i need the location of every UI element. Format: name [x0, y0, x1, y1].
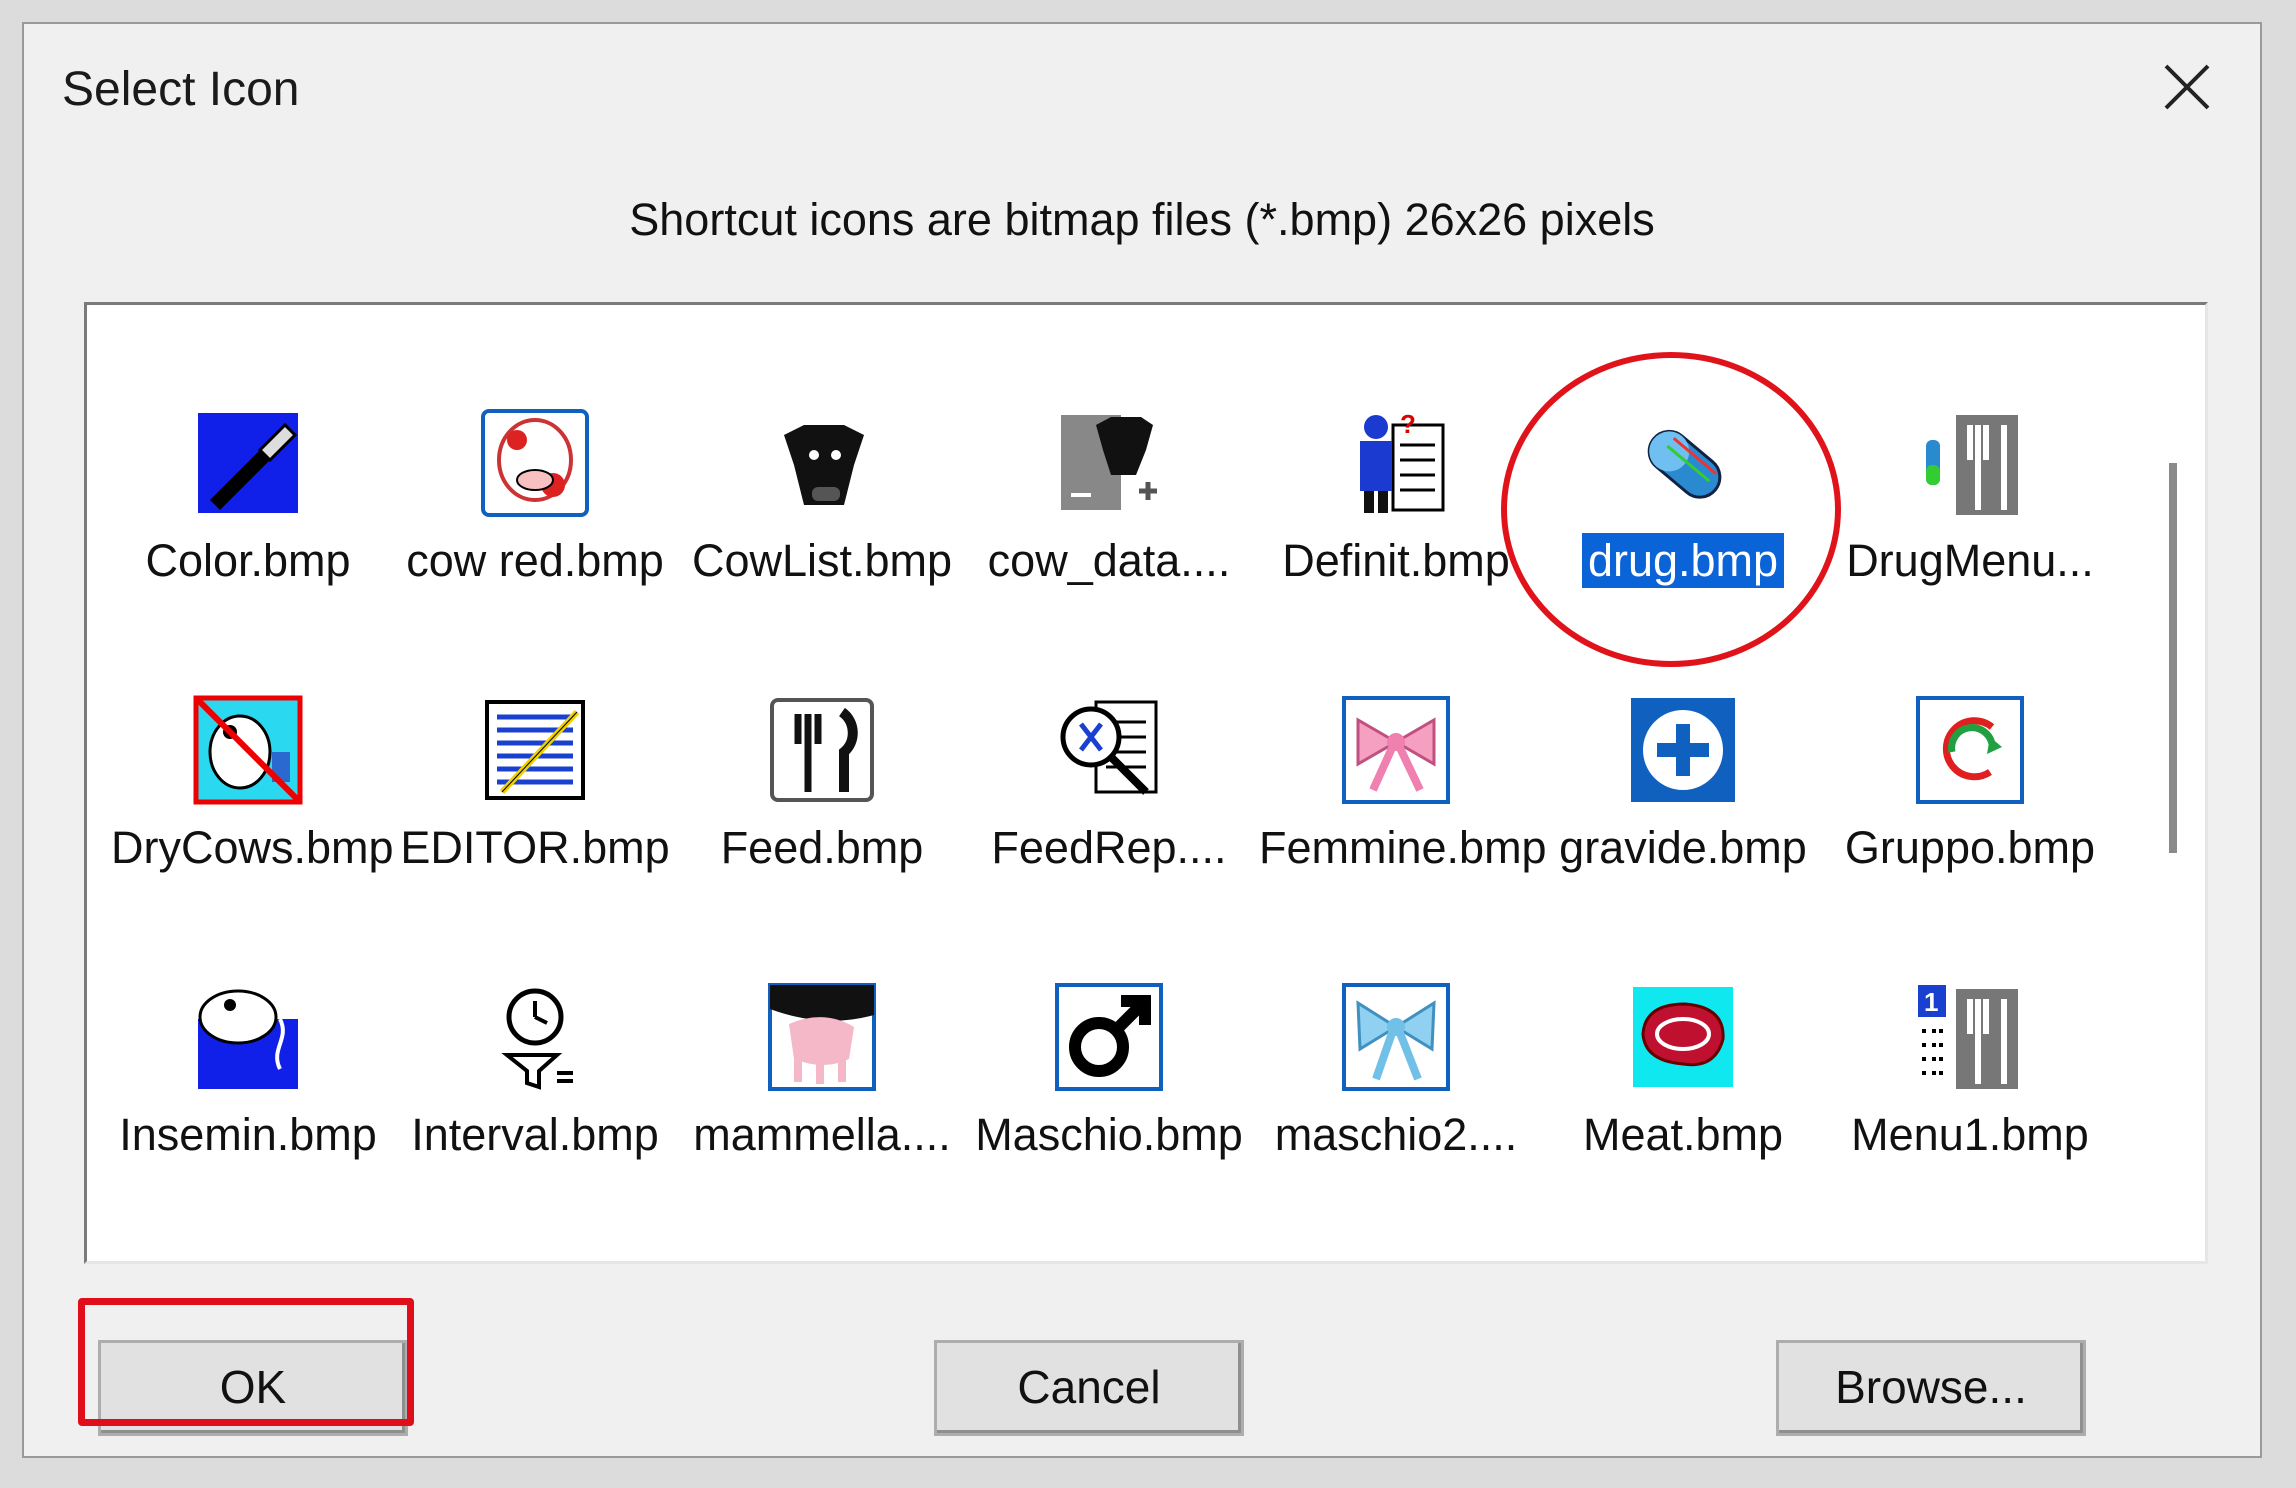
icon-label: EDITOR.bmp	[400, 822, 670, 873]
icon-item-definit-bmp[interactable]: ? Definit.bmp	[1253, 305, 1539, 586]
icon-item-femmine-bmp[interactable]: Femmine.bmp	[1253, 592, 1547, 873]
icon-item-drycows-bmp[interactable]: DryCows.bmp	[105, 592, 394, 873]
icon-item-feedrep[interactable]: FeedRep....	[966, 592, 1252, 873]
icon-item-mammella[interactable]: mammella....	[679, 879, 965, 1160]
icon-item-menu1-bmp[interactable]: 1 Menu1.bmp	[1827, 879, 2113, 1160]
icon-item-maschio2[interactable]: maschio2....	[1253, 879, 1539, 1160]
icon-label: Meat.bmp	[1582, 1109, 1784, 1160]
icon-label: cow red.bmp	[406, 535, 664, 586]
icon-label: Definit.bmp	[1282, 535, 1510, 586]
icon-label: Maschio.bmp	[975, 1109, 1243, 1160]
menu-number-icon: 1	[1912, 979, 2028, 1095]
icon-label: Interval.bmp	[411, 1109, 659, 1160]
vertical-scrollbar[interactable]	[2147, 313, 2205, 1261]
insemination-icon	[190, 979, 306, 1095]
fork-knife-icon	[764, 692, 880, 808]
plus-circle-icon	[1625, 692, 1741, 808]
icon-item-cow-data[interactable]: cow_data....	[966, 305, 1252, 586]
cancel-button[interactable]: Cancel	[934, 1340, 1244, 1436]
browse-button[interactable]: Browse...	[1776, 1340, 2086, 1436]
icon-grid: Color.bmp cow red.bmp CowList.bmp cow_data.…	[87, 305, 2147, 1261]
icon-item-meat-bmp[interactable]: Meat.bmp	[1540, 879, 1826, 1160]
icon-label: cow_data....	[987, 535, 1231, 586]
blue-bow-icon	[1338, 979, 1454, 1095]
icon-item-editor-bmp[interactable]: EDITOR.bmp	[392, 592, 678, 873]
icon-item-gravide-bmp[interactable]: gravide.bmp	[1540, 592, 1826, 873]
icon-label: drug.bmp	[1581, 533, 1785, 588]
icon-item-drug-bmp[interactable]: drug.bmp	[1540, 305, 1826, 588]
icon-label: Femmine.bmp	[1259, 822, 1547, 873]
dialog-title: Select Icon	[62, 63, 300, 116]
icon-label: Gruppo.bmp	[1844, 822, 2096, 873]
icon-label: mammella....	[693, 1109, 951, 1160]
udder-icon	[764, 979, 880, 1095]
icon-label: FeedRep....	[991, 822, 1227, 873]
select-icon-dialog: Select Icon Shortcut icons are bitmap fi…	[22, 22, 2262, 1458]
steak-icon	[1625, 979, 1741, 1095]
icon-label: DrugMenu...	[1846, 535, 2094, 586]
icon-label: Feed.bmp	[720, 822, 924, 873]
pill-icon	[1625, 405, 1741, 521]
drug-menu-icon	[1912, 405, 2028, 521]
icon-item-color-bmp[interactable]: Color.bmp	[105, 305, 391, 586]
editor-icon	[477, 692, 593, 808]
dry-cows-icon	[190, 692, 306, 808]
icon-label: maschio2....	[1274, 1109, 1518, 1160]
icon-label: Color.bmp	[145, 535, 351, 586]
pink-bow-icon	[1338, 692, 1454, 808]
icon-item-drugmenu[interactable]: DrugMenu...	[1827, 305, 2113, 586]
scrollbar-thumb[interactable]	[2169, 463, 2177, 853]
icon-item-maschio-bmp[interactable]: Maschio.bmp	[966, 879, 1252, 1160]
ok-button[interactable]: OK	[98, 1340, 408, 1436]
cow-face-red-icon	[477, 405, 593, 521]
person-question-icon: ?	[1338, 405, 1454, 521]
icon-label: Menu1.bmp	[1851, 1109, 2089, 1160]
icon-item-insemin-bmp[interactable]: Insemin.bmp	[105, 879, 391, 1160]
icon-item-interval-bmp[interactable]: Interval.bmp	[392, 879, 678, 1160]
icon-label: DryCows.bmp	[111, 822, 394, 873]
icon-item-gruppo-bmp[interactable]: Gruppo.bmp	[1827, 592, 2113, 873]
cow-head-icon	[764, 405, 880, 521]
svg-text:1: 1	[1924, 987, 1938, 1017]
icon-item-cow-red-bmp[interactable]: cow red.bmp	[392, 305, 678, 586]
icon-label: Insemin.bmp	[119, 1109, 377, 1160]
icon-item-cowlist-bmp[interactable]: CowList.bmp	[679, 305, 965, 586]
close-icon[interactable]	[2152, 52, 2222, 122]
icon-list[interactable]: Color.bmp cow red.bmp CowList.bmp cow_data.…	[84, 302, 2208, 1264]
paintbrush-icon	[190, 405, 306, 521]
clock-filter-icon	[477, 979, 593, 1095]
cow-data-icon	[1051, 405, 1167, 521]
icon-label: gravide.bmp	[1559, 822, 1807, 873]
group-arrows-icon	[1912, 692, 2028, 808]
male-symbol-icon	[1051, 979, 1167, 1095]
hint-text: Shortcut icons are bitmap files (*.bmp) …	[629, 194, 1655, 245]
svg-text:?: ?	[1400, 409, 1416, 439]
feed-report-icon	[1051, 692, 1167, 808]
icon-item-feed-bmp[interactable]: Feed.bmp	[679, 592, 965, 873]
icon-label: CowList.bmp	[691, 535, 953, 586]
